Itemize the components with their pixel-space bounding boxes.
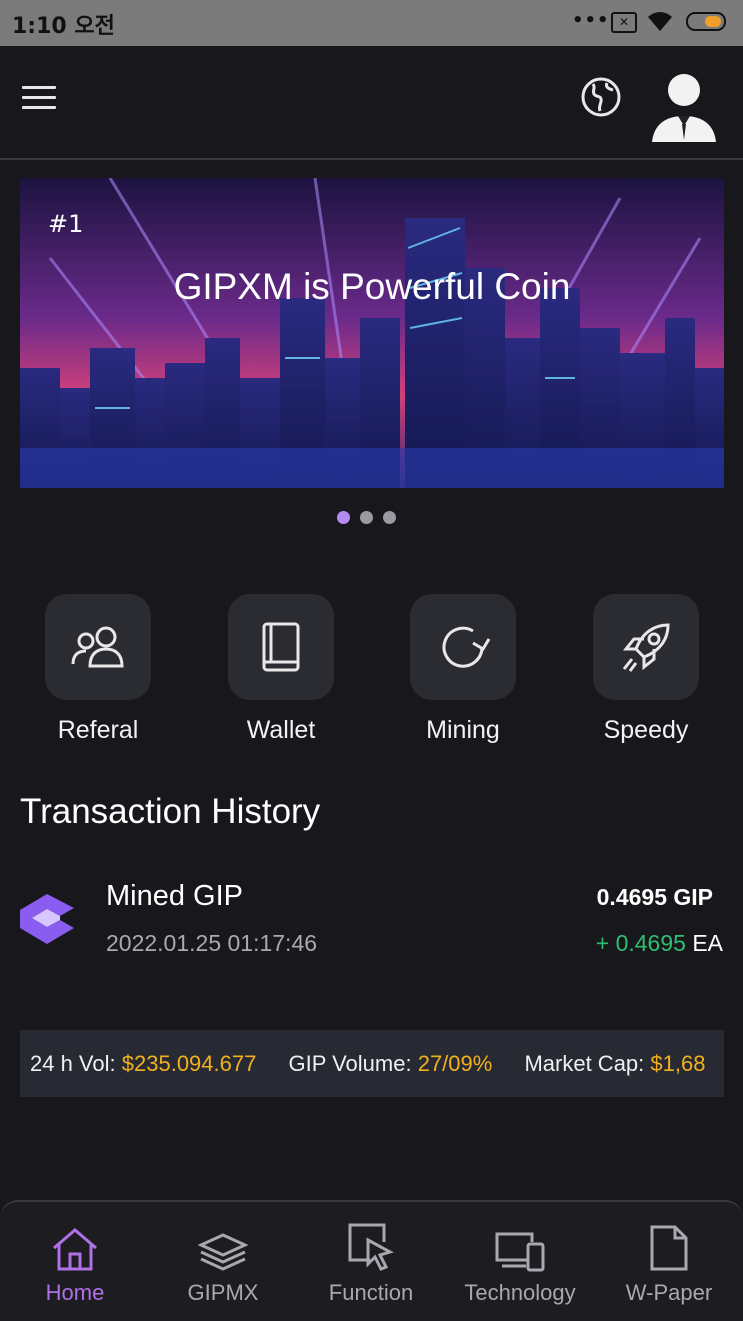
carousel-indicator[interactable] bbox=[337, 511, 396, 524]
quick-action-label: Wallet bbox=[246, 716, 316, 744]
quick-action-mining[interactable]: Mining bbox=[410, 594, 516, 744]
banner-title: GIPXM is Powerful Coin bbox=[173, 266, 571, 307]
users-icon bbox=[71, 626, 124, 668]
gip-coin-logo-icon bbox=[20, 894, 74, 944]
status-bar: 1:10 오전 ••• ✕ bbox=[0, 0, 743, 46]
ticker-key: 24 h Vol: bbox=[30, 1051, 116, 1076]
cursor-window-icon bbox=[348, 1223, 394, 1271]
transaction-change: + 0.4695 EA bbox=[596, 930, 723, 957]
transaction-name: Mined GIP bbox=[106, 880, 243, 912]
document-icon bbox=[650, 1225, 688, 1271]
nav-home[interactable]: Home bbox=[0, 1220, 150, 1306]
nav-function[interactable]: Function bbox=[296, 1220, 446, 1306]
referal-tile[interactable] bbox=[45, 594, 151, 700]
carousel-dot[interactable] bbox=[383, 511, 396, 524]
more-dots-icon: ••• bbox=[572, 10, 610, 31]
battery-icon bbox=[686, 12, 726, 31]
speedy-tile[interactable] bbox=[593, 594, 699, 700]
nav-technology[interactable]: Technology bbox=[445, 1220, 595, 1306]
ticker-key: GIP Volume: bbox=[288, 1051, 412, 1076]
nav-gipmx[interactable]: GIPMX bbox=[148, 1220, 298, 1306]
ticker-value: $235.094.677 bbox=[121, 1051, 257, 1076]
ticker-value: 27/09% bbox=[417, 1051, 493, 1076]
globe-icon[interactable] bbox=[580, 76, 622, 118]
devices-icon bbox=[495, 1232, 545, 1272]
market-ticker: 24 h Vol: $235.094.677 GIP Volume: 27/09… bbox=[20, 1030, 724, 1097]
home-icon bbox=[53, 1228, 97, 1271]
quick-action-label: Mining bbox=[426, 716, 500, 744]
wallet-tile[interactable] bbox=[228, 594, 334, 700]
quick-action-label: Speedy bbox=[603, 716, 689, 744]
mining-tile[interactable] bbox=[410, 594, 516, 700]
status-time: 1:10 오전 bbox=[12, 14, 115, 39]
ticker-value: $1,68 bbox=[650, 1051, 706, 1076]
wifi-icon bbox=[648, 12, 672, 31]
ticker-key: Market Cap: bbox=[524, 1051, 645, 1076]
nav-w-paper[interactable]: W-Paper bbox=[594, 1220, 743, 1306]
nav-label: GIPMX bbox=[187, 1280, 259, 1305]
quick-action-wallet[interactable]: Wallet bbox=[228, 594, 334, 744]
refresh-icon bbox=[442, 626, 491, 668]
nav-label: Home bbox=[45, 1280, 105, 1305]
quick-action-speedy[interactable]: Speedy bbox=[593, 594, 699, 744]
transaction-amount: 0.4695 GIP bbox=[596, 884, 713, 910]
nav-label: Function bbox=[328, 1280, 414, 1305]
quick-action-label: Referal bbox=[57, 716, 139, 744]
nav-label: W-Paper bbox=[625, 1280, 713, 1305]
carousel-dot[interactable] bbox=[337, 511, 350, 524]
section-title: Transaction History bbox=[20, 792, 321, 831]
carousel-dot[interactable] bbox=[360, 511, 373, 524]
app-header bbox=[0, 46, 743, 160]
banner-slide-number: #1 bbox=[48, 210, 84, 238]
hamburger-menu-icon[interactable] bbox=[22, 86, 56, 112]
transaction-row[interactable]: Mined GIP 2022.01.25 01:17:46 0.4695 GIP… bbox=[0, 870, 743, 970]
layers-icon bbox=[198, 1233, 248, 1271]
transaction-date: 2022.01.25 01:17:46 bbox=[106, 930, 318, 956]
book-icon bbox=[262, 622, 300, 672]
no-sim-icon: ✕ bbox=[611, 12, 637, 33]
bottom-navigation: Home GIPMX Function Technology W-Paper bbox=[0, 1200, 743, 1321]
nav-label: Technology bbox=[464, 1280, 576, 1305]
promo-banner[interactable]: #1 GIPXM is Powerful Coin bbox=[20, 178, 724, 488]
avatar[interactable] bbox=[650, 66, 718, 142]
rocket-icon bbox=[622, 623, 670, 672]
change-value: + 0.4695 bbox=[595, 930, 686, 956]
quick-action-referal[interactable]: Referal bbox=[45, 594, 151, 744]
city-skyline-illustration bbox=[20, 178, 724, 488]
change-unit: EA bbox=[692, 930, 723, 956]
